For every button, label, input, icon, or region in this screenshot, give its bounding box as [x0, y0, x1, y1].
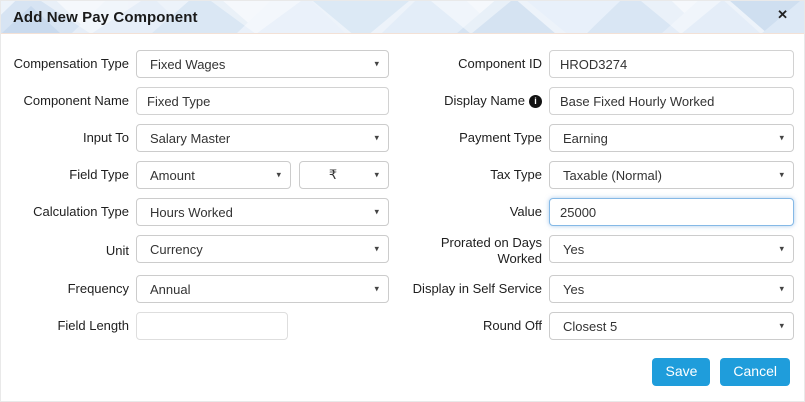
compensation-type-label: Compensation Type	[13, 56, 129, 72]
chevron-down-icon: ▾	[374, 206, 379, 217]
component-id-label: Component ID	[458, 56, 542, 72]
form-field: Yes ▾	[549, 235, 794, 266]
chevron-down-icon: ▾	[374, 132, 379, 143]
chevron-down-icon: ▾	[374, 283, 379, 294]
frequency-label: Frequency	[67, 281, 129, 297]
round-off-select[interactable]: Closest 5 ▾	[549, 312, 794, 341]
value-label: Value	[509, 204, 542, 220]
add-pay-component-modal: Add New Pay Component ✕ Compensation Typ…	[0, 0, 805, 402]
form-field	[136, 87, 389, 115]
form-field: Fixed Wages ▾	[136, 50, 389, 78]
calculation-type-label: Calculation Type	[33, 204, 129, 220]
prorated-on-days-worked-select[interactable]: Yes ▾	[549, 235, 794, 263]
calculation-type-select[interactable]: Hours Worked ▾	[136, 198, 389, 226]
field-length-input[interactable]	[136, 312, 288, 341]
field-type-select[interactable]: Amount ▾	[136, 161, 291, 189]
chevron-down-icon: ▾	[374, 58, 379, 69]
form-field	[549, 198, 794, 226]
pay-component-form: Compensation Type Fixed Wages ▾ Componen…	[1, 34, 804, 341]
select-value: Amount	[150, 167, 195, 183]
component-name-input[interactable]	[136, 87, 389, 115]
component-name-label: Component Name	[23, 93, 130, 109]
value-input[interactable]	[549, 198, 794, 226]
input-to-label: Input To	[82, 130, 129, 146]
tax-type-select[interactable]: Taxable (Normal) ▾	[549, 161, 794, 189]
chevron-down-icon: ▾	[779, 283, 784, 294]
form-field: Yes ▾	[549, 275, 794, 304]
form-field: Currency ▾	[136, 235, 389, 266]
chevron-down-icon: ▾	[374, 243, 379, 254]
form-field	[549, 50, 794, 78]
chevron-down-icon: ▾	[779, 320, 784, 331]
save-button[interactable]: Save	[652, 358, 711, 386]
tax-type-label: Tax Type	[490, 167, 542, 183]
input-to-select[interactable]: Salary Master ▾	[136, 124, 389, 152]
currency-symbol-select[interactable]: ₹ ▾	[299, 161, 389, 189]
info-icon[interactable]: i	[529, 94, 542, 108]
form-field: Annual ▾	[136, 275, 389, 304]
form-field: Amount ▾ ₹ ▾	[136, 161, 389, 189]
select-value: Currency	[150, 241, 203, 257]
modal-footer: Save Cancel	[1, 340, 804, 386]
chevron-down-icon: ▾	[276, 169, 281, 180]
select-value: Yes	[563, 281, 585, 297]
form-field: Taxable (Normal) ▾	[549, 161, 794, 189]
select-value: Yes	[563, 241, 585, 257]
field-length-label: Field Length	[57, 318, 129, 334]
form-field: Earning ▾	[549, 124, 794, 152]
unit-label: Unit	[105, 242, 129, 258]
frequency-select[interactable]: Annual ▾	[136, 275, 389, 304]
select-value: Earning	[563, 130, 608, 146]
form-field: Closest 5 ▾	[549, 312, 794, 341]
form-field: Salary Master ▾	[136, 124, 389, 152]
modal-title: Add New Pay Component	[13, 9, 198, 26]
display-name-label-text: Display Name	[444, 93, 525, 109]
select-value: Salary Master	[150, 130, 231, 146]
select-value: Hours Worked	[150, 204, 233, 220]
unit-select[interactable]: Currency ▾	[136, 235, 389, 263]
field-type-label: Field Type	[69, 167, 129, 183]
round-off-label: Round Off	[482, 318, 542, 334]
modal-header: Add New Pay Component ✕	[1, 1, 804, 34]
cancel-button[interactable]: Cancel	[720, 358, 790, 386]
select-value: Closest 5	[563, 318, 618, 334]
prorated-on-days-worked-label: Prorated on Days Worked	[440, 235, 542, 266]
compensation-type-select[interactable]: Fixed Wages ▾	[136, 50, 389, 78]
select-value: Fixed Wages	[150, 56, 226, 72]
component-id-input[interactable]	[549, 50, 794, 78]
display-in-self-service-select[interactable]: Yes ▾	[549, 275, 794, 304]
select-value: Annual	[150, 281, 191, 297]
payment-type-select[interactable]: Earning ▾	[549, 124, 794, 152]
chevron-down-icon: ▾	[374, 169, 379, 180]
chevron-down-icon: ▾	[779, 243, 784, 254]
form-field	[136, 312, 389, 341]
display-name-input[interactable]	[549, 87, 794, 115]
chevron-down-icon: ▾	[779, 132, 784, 143]
display-in-self-service-label: Display in Self Service	[412, 281, 542, 297]
close-icon[interactable]: ✕	[777, 8, 788, 21]
payment-type-label: Payment Type	[459, 130, 542, 146]
form-field: Hours Worked ▾	[136, 198, 389, 226]
select-value: ₹	[328, 167, 338, 182]
select-value: Taxable (Normal)	[563, 167, 662, 183]
form-field	[549, 87, 794, 115]
chevron-down-icon: ▾	[779, 169, 784, 180]
display-name-label: Display Name i	[396, 87, 542, 115]
